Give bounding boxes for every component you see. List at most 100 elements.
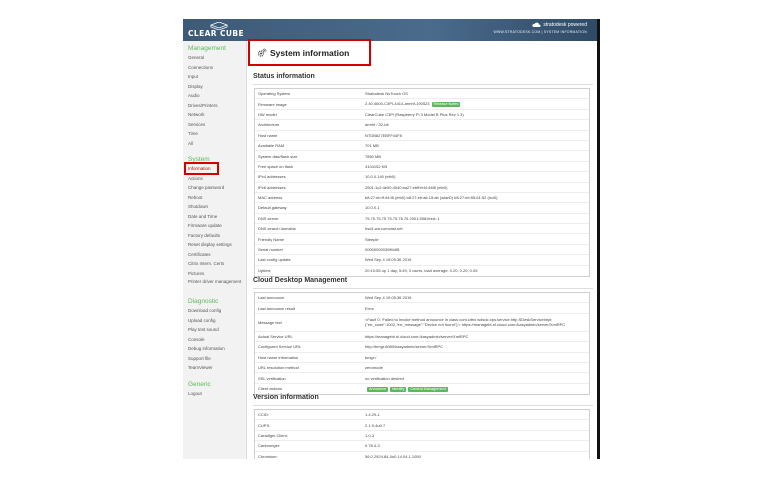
row-label: Default gateway [258,205,287,211]
sidebar-item-time[interactable]: Time [183,129,246,139]
row-value-text: 7850 MB [365,153,382,159]
sidebar-item-change-password[interactable]: Change password [183,183,246,193]
sidebar-item-all[interactable]: All [183,139,246,149]
sidebar-item-firmware-update[interactable]: Firmware update [183,221,246,231]
row-value: Announce Identify Central Management [365,386,589,392]
nav-section-diagnostic: Diagnostic Download config Upload config… [183,296,246,373]
central-management-button[interactable]: Central Management [408,386,448,392]
sidebar-item-connections[interactable]: Connections [183,63,246,73]
row-value: ClearCube C3Pi (Raspberry Pi 3 Model B P… [365,112,589,117]
sidebar-item-certificates[interactable]: Certificates [183,250,246,260]
row-label: Cartmonger: [258,443,281,449]
status-table: Operating System Stratodesk NoTouch OS Fir… [254,88,590,278]
table-row: MAC address b8:27:eb:ff:44:f8 (eth0) b8:2… [255,193,589,204]
row-label: Actual Service URL [258,333,293,339]
row-value: <Fault 0: 'Failed to invoke method annou… [365,317,589,327]
row-label: CCID: [258,412,269,418]
table-row: DNS server 75.75.75.75 75.75.76.76 2001:5… [255,214,589,225]
row-value-text: Wed Sep 4 19:05:36 2019 [365,257,412,263]
row-value: Steeple [365,237,589,242]
row-value: 56.0.2924.84-0u0.14.04.1.1050 [365,454,589,459]
row-value: 2.1.9-4u0.7 [365,423,589,428]
sidebar-item-console[interactable]: Console [183,335,246,345]
row-value-text: 2.1.9-4u0.7 [365,422,386,428]
row-value-text: no verification desired [365,375,404,381]
row-label: Uptime [258,268,271,274]
sidebar-item-network[interactable]: Network [183,110,246,120]
cloud-section-rule [253,288,593,289]
nav-heading-management: Management [188,45,226,52]
row-value-text: 75.75.75.75 75.75.76.76 2001:558:feed::1 [365,215,440,221]
row-value-text: Wed Sep 4 19:05:36 2019 [365,295,412,301]
sidebar-item-upload-config[interactable]: Upload config [183,316,246,326]
sidebar-item-display[interactable]: Display [183,82,246,92]
row-value: Wed Sep 4 19:05:36 2019 [365,257,589,262]
row-label: SSL verification [258,375,286,381]
release-notes-button[interactable]: Release Notes [431,102,461,108]
table-row: Last announce result Error [255,303,589,314]
row-value-text: http://bmgr:8080/kasyadmin/server/XmlRPC [365,344,444,350]
row-label: Host name information [258,354,299,360]
version-table: CCID: 1.4.29-1 CUPS: 2.1.9-4u0.7 Caradigm Cl… [254,409,590,459]
sidebar-item-services[interactable]: Services [183,120,246,130]
row-value: 0.78.4-3 [365,443,589,448]
nav-section-management: Management General Connections Input Dis… [183,43,246,148]
cloud-icon [532,22,541,28]
table-row: Serial number 00000000039ff44f8 [255,245,589,256]
sidebar-item-drives-printers[interactable]: Drives/Printers [183,101,246,111]
row-value: 10.0.0.1 [365,205,589,210]
row-label: IPv6 addresses [258,184,286,190]
table-row: Last config update Wed Sep 4 19:05:36 201… [255,255,589,266]
row-value-text: 2601:1c2:4e00:4040:ba27:ebff:fef4:44f8 (… [365,184,448,190]
row-value-text: 00000000039ff44f8 [365,247,400,253]
sidebar-item-reboot[interactable]: Reboot [183,193,246,203]
sidebar-item-play-test-sound[interactable]: Play test sound [183,325,246,335]
row-value: 75.75.75.75 75.75.76.76 2001:558:feed::1 [365,216,589,221]
row-value-text: b8:27:eb:ff:44:f8 (eth0) b8:27:eb:a6:15:… [365,195,498,201]
row-value: armhf / 32-bit [365,122,589,127]
row-value-text: ClearCube C3Pi (Raspberry Pi 3 Model B P… [365,111,464,117]
sidebar-nav: Management General Connections Input Dis… [183,41,247,459]
table-row: Message text <Fault 0: 'Failed to invoke … [255,314,589,332]
row-value-text: armhf / 32-bit [365,122,389,128]
sidebar-item-support-file[interactable]: Support file [183,354,246,364]
identify-button[interactable]: Identify [390,386,407,392]
sidebar-item-factory-defaults[interactable]: Factory defaults [183,231,246,241]
sidebar-item-date-time[interactable]: Date and Time [183,212,246,222]
row-label: Caradigm Client: [258,432,288,438]
row-label: Serial number [258,247,283,253]
sidebar-item-printer-driver[interactable]: Printer driver management [183,278,246,290]
announce-button[interactable]: Announce [367,386,389,392]
sidebar-item-audio[interactable]: Audio [183,91,246,101]
logo-text: CLEAR CUBE [188,29,245,38]
row-value-text: <Fault 0: 'Failed to invoke method annou… [365,317,566,328]
row-label: MAC address [258,195,283,201]
sidebar-item-download-config[interactable]: Download config [183,306,246,316]
table-row: Configured Service URL http://bmgr:8080/k… [255,342,589,353]
title-highlight-box [248,39,371,66]
clearcube-logo[interactable]: CLEAR CUBE [188,22,250,38]
row-label: IPv4 addresses [258,174,286,180]
row-value: 2601:1c2:4e00:4040:ba27:ebff:fef4:44f8 (… [365,185,589,190]
sidebar-item-input[interactable]: Input [183,72,246,82]
brand-tagline: WWW.STRATODESK.COM | SYSTEM INFORMATION [493,30,587,34]
table-row: Host name NTDB827EBFF44F8 [255,131,589,141]
row-label: CUPS: [258,422,271,428]
sidebar-item-general[interactable]: General [183,53,246,63]
row-label: Available RAM [258,143,285,149]
table-row: Firmware image 2.40.4600-C3PI-4414-armhf-… [255,99,589,110]
sidebar-item-teamviewer[interactable]: TeamViewer [183,363,246,373]
sidebar-item-shutdown[interactable]: Shutdown [183,202,246,212]
sidebar-item-pictures[interactable]: Pictures [183,269,246,279]
table-row: Free space on flash 4104152 KB [255,162,589,173]
sidebar-item-logout[interactable]: Logout [183,389,246,399]
sidebar-item-debug-info[interactable]: Debug information [183,344,246,354]
page-scrollbar[interactable] [597,19,600,459]
sidebar-item-reset-display[interactable]: Reset display settings [183,240,246,250]
table-row: DNS search domains hsd1.wa.comcast.net [255,224,589,235]
row-value-text: NTDB827EBFF44F8 [365,132,402,138]
row-value: http://bmgr:8080/kasyadmin/server/XmlRPC [365,344,589,349]
row-value-text: 2.40.4600-C3PI-4414-armhf-190523 [365,101,430,107]
sidebar-item-citrix-certs[interactable]: Citrix Intern. Certs [183,259,246,269]
table-row: URL resolution method zeromode [255,363,589,374]
